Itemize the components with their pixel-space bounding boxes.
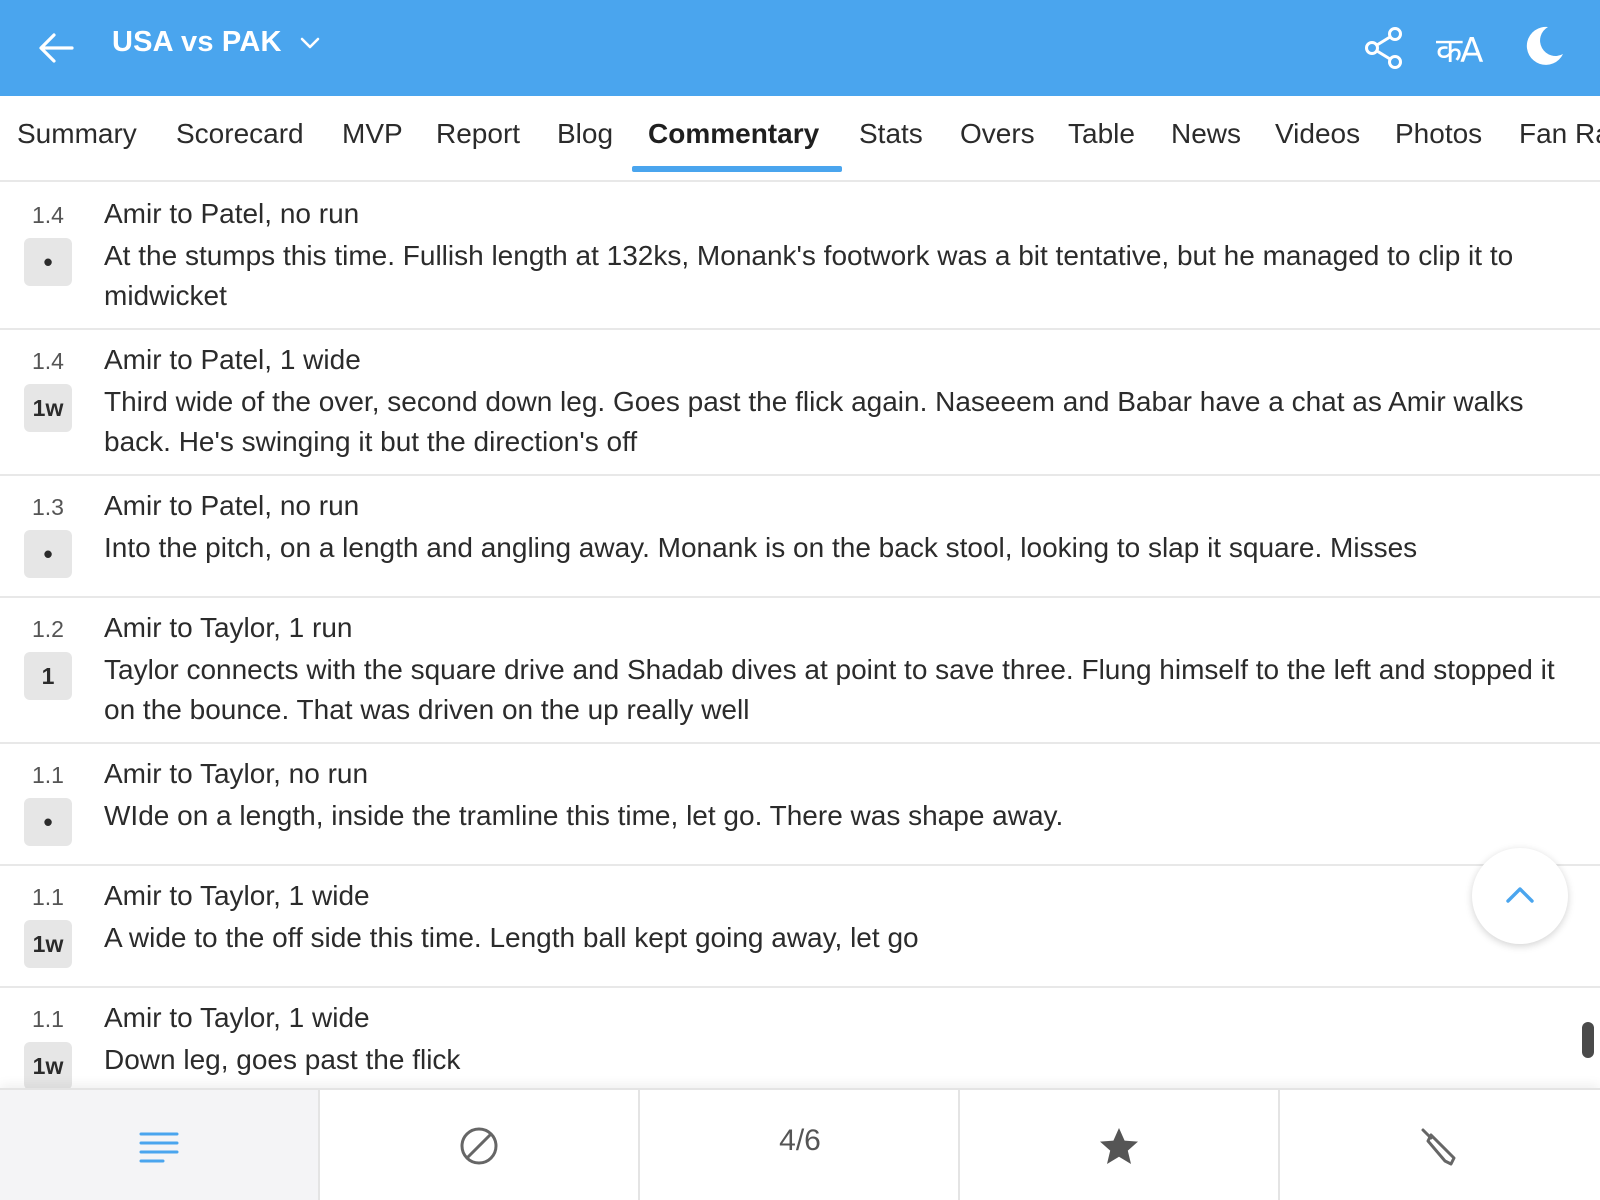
commentary-item: 1.1 1w Amir to Taylor, 1 wide Down leg, … — [0, 988, 1600, 1088]
commentary-item: 1.1 1w Amir to Taylor, 1 wide A wide to … — [0, 866, 1600, 988]
commentary-headline: Amir to Taylor, no run — [104, 758, 369, 789]
match-selector[interactable]: USA vs PAK — [112, 26, 322, 59]
commentary-text: A wide to the off side this time. Length… — [104, 922, 919, 953]
tab-mvp[interactable]: MVP — [342, 96, 403, 180]
commentary-item: 1.3 • Amir to Patel, no run Into the pit… — [0, 476, 1600, 598]
tab-bar: Summary Scorecard MVP Report Blog Commen… — [0, 96, 1600, 182]
over-number: 1.1 — [32, 762, 64, 788]
back-arrow-icon[interactable] — [36, 28, 76, 68]
page-title: USA vs PAK — [112, 26, 282, 58]
commentary-headline: Amir to Patel, no run — [104, 490, 360, 521]
bottom-nav-favourites[interactable] — [960, 1090, 1280, 1200]
tab-overs[interactable]: Overs — [960, 96, 1035, 180]
active-tab-indicator — [632, 166, 842, 172]
commentary-text: Into the pitch, on a length and angling … — [104, 532, 1418, 563]
tab-fan-ratings[interactable]: Fan Ra — [1519, 96, 1600, 180]
ball-result-badge: 1w — [24, 920, 72, 968]
tab-videos[interactable]: Videos — [1275, 96, 1360, 180]
commentary-item: 1.4 • Amir to Patel, no run At the stump… — [0, 184, 1600, 330]
over-number: 1.3 — [32, 494, 64, 520]
tab-news[interactable]: News — [1171, 96, 1241, 180]
commentary-text: WIde on a length, inside the tramline th… — [104, 800, 1064, 831]
commentary-item: 1.2 1 Amir to Taylor, 1 run Taylor conne… — [0, 598, 1600, 744]
bottom-nav-bat[interactable] — [1280, 1090, 1600, 1200]
bottom-nav-page[interactable]: 4/6 — [640, 1090, 960, 1200]
ball-result-badge: • — [24, 530, 72, 578]
over-number: 1.1 — [32, 1006, 64, 1032]
language-icon[interactable]: कA — [1436, 26, 1483, 72]
commentary-item: 1.4 1w Amir to Patel, 1 wide Third wide … — [0, 330, 1600, 476]
commentary-text: Third wide of the over, second down leg.… — [104, 386, 1524, 457]
tab-photos[interactable]: Photos — [1395, 96, 1482, 180]
commentary-headline: Amir to Taylor, 1 wide — [104, 1002, 370, 1033]
moon-icon[interactable] — [1522, 24, 1566, 68]
ball-result-badge: • — [24, 798, 72, 846]
bottom-nav: 4/6 — [0, 1088, 1600, 1200]
page-indicator: 4/6 — [779, 1124, 821, 1157]
tab-scorecard[interactable]: Scorecard — [176, 96, 304, 180]
bottom-nav-menu[interactable] — [0, 1090, 320, 1200]
tab-stats[interactable]: Stats — [859, 96, 923, 180]
ball-result-badge: 1 — [24, 652, 72, 700]
commentary-item: 1.1 • Amir to Taylor, no run WIde on a l… — [0, 744, 1600, 866]
over-number: 1.1 — [32, 884, 64, 910]
ball-result-badge: 1w — [24, 1042, 72, 1088]
over-number: 1.4 — [32, 348, 64, 374]
share-icon[interactable] — [1364, 26, 1404, 70]
scroll-to-top-button[interactable] — [1472, 848, 1568, 944]
commentary-feed[interactable]: 1.4 • Amir to Patel, no run At the stump… — [0, 184, 1600, 1088]
commentary-headline: Amir to Patel, no run — [104, 198, 360, 229]
scrollbar-thumb[interactable] — [1582, 1022, 1594, 1058]
menu-icon — [139, 1132, 179, 1163]
commentary-text: Taylor connects with the square drive an… — [104, 654, 1555, 725]
commentary-headline: Amir to Patel, 1 wide — [104, 344, 361, 375]
commentary-text: Down leg, goes past the flick — [104, 1044, 461, 1075]
chevron-down-icon — [300, 37, 319, 48]
tab-summary[interactable]: Summary — [17, 96, 137, 180]
tab-blog[interactable]: Blog — [557, 96, 613, 180]
ball-result-badge: 1w — [24, 384, 72, 432]
over-number: 1.2 — [32, 616, 64, 642]
ball-icon — [460, 1127, 498, 1165]
tab-table[interactable]: Table — [1068, 96, 1135, 180]
app-bar: USA vs PAK कA — [0, 0, 1600, 96]
commentary-headline: Amir to Taylor, 1 run — [104, 612, 353, 643]
bottom-nav-ball[interactable] — [320, 1090, 640, 1200]
chevron-up-icon — [1506, 887, 1534, 903]
star-icon — [1100, 1128, 1138, 1164]
commentary-text: At the stumps this time. Fullish length … — [104, 240, 1514, 311]
over-number: 1.4 — [32, 202, 64, 228]
commentary-headline: Amir to Taylor, 1 wide — [104, 880, 370, 911]
bat-icon — [1421, 1128, 1456, 1166]
tab-report[interactable]: Report — [436, 96, 520, 180]
ball-result-badge: • — [24, 238, 72, 286]
